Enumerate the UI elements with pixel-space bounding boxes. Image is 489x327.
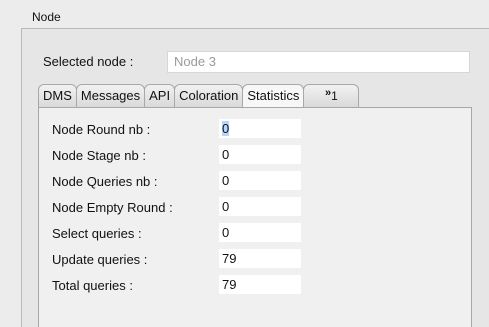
stat-value-field[interactable]: 0 [219,223,301,242]
stat-label: Select queries : [52,226,142,241]
stat-label: Node Empty Round : [52,200,173,215]
stat-label: Node Queries nb : [52,174,158,189]
selected-node-label: Selected node : [43,54,134,69]
stat-label: Update queries : [52,252,148,267]
tab-statistics[interactable]: Statistics [242,84,305,108]
tab-api[interactable]: API [144,84,176,108]
tab-bar: DMS Messages API Coloration Statistics »… [38,84,360,108]
stat-label: Node Stage nb : [52,148,146,163]
double-chevron-icon: » [324,87,332,99]
stat-value-field[interactable]: 0 [219,171,301,190]
tab-overflow-button[interactable]: »1 [303,84,360,108]
tab-messages[interactable]: Messages [75,84,146,108]
stat-value-field[interactable]: 0 [219,197,301,216]
overflow-count: 1 [331,89,338,103]
tab-coloration[interactable]: Coloration [174,84,244,108]
stat-value-field[interactable]: 79 [219,275,301,294]
stat-value-field[interactable]: 79 [219,249,301,268]
selected-node-field[interactable]: Node 3 [167,51,470,73]
stat-value-field[interactable]: 0 [219,119,301,138]
stat-value-field[interactable]: 0 [219,145,301,164]
statistics-tab-panel [38,107,472,327]
group-title: Node [32,10,61,24]
stat-label: Total queries : [52,278,133,293]
stat-label: Node Round nb : [52,122,151,137]
tab-dms[interactable]: DMS [38,84,77,108]
